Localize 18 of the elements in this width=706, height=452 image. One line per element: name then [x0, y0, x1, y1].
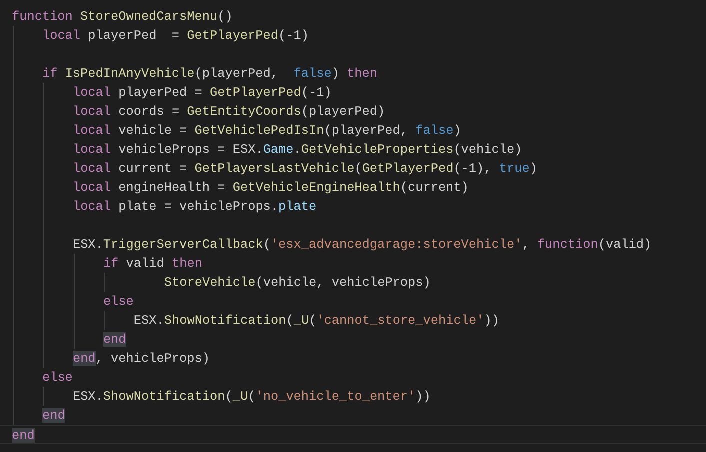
- code-line: end, vehicleProps): [72, 351, 210, 366]
- code-line: local coords = GetEntityCoords(playerPed): [72, 104, 386, 119]
- code-line: local playerPed = GetPlayerPed(-1): [42, 28, 309, 43]
- code-line: if valid then: [103, 256, 202, 271]
- code-line: local current = GetPlayersLastVehicle(GetPlayerPed(-1), true): [72, 161, 538, 176]
- code-line: else: [42, 370, 73, 385]
- code-line: if IsPedInAnyVehicle(playerPed, false) then: [42, 66, 378, 81]
- code-line: ESX.ShowNotification(_U('no_vehicle_to_enter')): [72, 389, 431, 404]
- code-line: local playerPed = GetPlayerPed(-1): [72, 85, 332, 100]
- code-line: function StoreOwnedCarsMenu(): [12, 9, 233, 24]
- code-line: local engineHealth = GetVehicleEngineHealth(current): [72, 180, 469, 195]
- code-line: else: [103, 294, 134, 309]
- code-line: StoreVehicle(vehicle, vehicleProps): [164, 275, 431, 290]
- code-line: local plate = vehicleProps.plate: [72, 199, 317, 214]
- code-line: local vehicle = GetVehiclePedIsIn(playerPed, false): [72, 123, 462, 138]
- code-line: ESX.ShowNotification(_U('cannot_store_vehicle')): [134, 313, 500, 328]
- code-line: ESX.TriggerServerCallback('esx_advancedgarage:storeVehicle', function(valid): [72, 237, 652, 252]
- code-line: local vehicleProps = ESX.Game.GetVehicleProperties(vehicle): [72, 142, 522, 157]
